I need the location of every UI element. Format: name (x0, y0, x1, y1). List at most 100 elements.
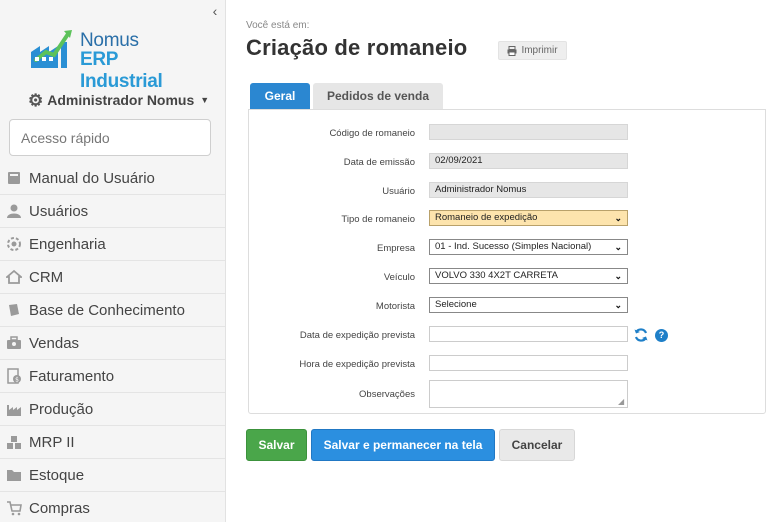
tab-geral[interactable]: Geral (250, 83, 310, 109)
book-icon (5, 169, 23, 187)
main-content: Você está em: Criação de romaneio Imprim… (246, 0, 766, 522)
sidebar-item-manual[interactable]: Manual do Usuário (0, 162, 225, 195)
sidebar-item-label: CRM (29, 268, 64, 286)
sidebar-item-crm[interactable]: CRM (0, 261, 225, 294)
usuario-field: Administrador Nomus (429, 182, 628, 198)
sidebar-item-estoque[interactable]: Estoque (0, 459, 225, 492)
sidebar-item-label: MRP II (29, 433, 75, 451)
sidebar-item-label: Base de Conhecimento (29, 301, 185, 319)
caret-down-icon: ▼ (200, 95, 210, 105)
save-button[interactable]: Salvar (246, 429, 307, 461)
sidebar-item-label: Manual do Usuário (29, 169, 155, 187)
gear-icon (5, 235, 23, 253)
sidebar: ‹ Nomus ERP Industrial ⚙ Administrador N… (0, 0, 226, 522)
row-hora-expedicao: Hora de expedição prevista (249, 355, 766, 375)
date-icons: ? (633, 327, 668, 343)
data-expedicao-field[interactable] (429, 326, 628, 342)
sidebar-menu: Manual do Usuário Usuários Engenharia CR… (0, 162, 225, 522)
brand-subtitle: ERP Industrial (80, 49, 163, 92)
usuario-label: Usuário (382, 186, 415, 197)
sidebar-item-label: Engenharia (29, 235, 106, 253)
row-tipo: Tipo de romaneio Romaneio de expedição ⌄ (249, 210, 766, 230)
save-and-stay-button[interactable]: Salvar e permanecer na tela (311, 429, 495, 461)
motorista-label: Motorista (375, 301, 415, 312)
tab-pedidos-venda[interactable]: Pedidos de venda (313, 83, 443, 109)
form-panel: Código de romaneio Data de emissão 02/09… (248, 109, 766, 414)
brand-logo[interactable]: Nomus ERP Industrial (28, 24, 203, 92)
sidebar-item-label: Vendas (29, 334, 80, 352)
chevron-down-icon: ⌄ (614, 213, 622, 223)
gear-icon: ⚙ (28, 90, 44, 110)
sidebar-item-label: Faturamento (29, 367, 115, 385)
invoice-icon: $ (5, 367, 23, 385)
sidebar-item-usuarios[interactable]: Usuários (0, 195, 225, 228)
sidebar-item-label: Produção (29, 400, 94, 418)
row-veiculo: Veículo VOLVO 330 4X2T CARRETA ⌄ (249, 268, 766, 288)
svg-text:$: $ (15, 377, 19, 384)
quick-access-input[interactable] (9, 119, 211, 156)
motorista-select[interactable]: Selecione ⌄ (429, 297, 628, 313)
collapse-sidebar-icon[interactable]: ‹ (206, 3, 224, 21)
row-data-expedicao: Data de expedição prevista ? (249, 326, 766, 346)
notebook-icon (5, 301, 23, 319)
sidebar-item-vendas[interactable]: Vendas (0, 327, 225, 360)
print-button[interactable]: Imprimir (498, 41, 567, 60)
printer-icon (507, 45, 517, 56)
codigo-field (429, 124, 628, 140)
user-menu[interactable]: ⚙ Administrador Nomus ▼ (28, 90, 209, 110)
hora-expedicao-field[interactable] (429, 355, 628, 371)
empresa-select[interactable]: 01 - Ind. Sucesso (Simples Nacional) ⌄ (429, 239, 628, 255)
sidebar-item-label: Estoque (29, 466, 85, 484)
data-emissao-label: Data de emissão (343, 157, 415, 168)
form-actions: Salvar Salvar e permanecer na tela Cance… (246, 429, 575, 461)
tab-bar: Geral Pedidos de venda (250, 83, 443, 109)
chevron-down-icon: ⌄ (614, 271, 622, 281)
sidebar-item-mrp[interactable]: MRP II (0, 426, 225, 459)
print-label: Imprimir (521, 45, 558, 56)
motorista-value: Selecione (435, 299, 477, 310)
observacoes-label: Observações (359, 389, 415, 400)
row-data-emissao: Data de emissão 02/09/2021 (249, 153, 766, 173)
sidebar-item-label: Compras (29, 499, 90, 517)
hora-expedicao-label: Hora de expedição prevista (299, 359, 415, 370)
sidebar-item-producao[interactable]: Produção (0, 393, 225, 426)
veiculo-select[interactable]: VOLVO 330 4X2T CARRETA ⌄ (429, 268, 628, 284)
empresa-value: 01 - Ind. Sucesso (Simples Nacional) (435, 241, 592, 252)
briefcase-icon (5, 334, 23, 352)
sidebar-item-engenharia[interactable]: Engenharia (0, 228, 225, 261)
resize-grip-icon[interactable]: ◢ (618, 398, 624, 406)
veiculo-value: VOLVO 330 4X2T CARRETA (435, 270, 559, 281)
tipo-romaneio-select[interactable]: Romaneio de expedição ⌄ (429, 210, 628, 226)
cart-icon (5, 499, 23, 517)
factory-icon (5, 400, 23, 418)
refresh-icon[interactable] (633, 327, 649, 343)
row-codigo: Código de romaneio (249, 124, 766, 144)
data-expedicao-label: Data de expedição prevista (299, 330, 415, 341)
page-title: Criação de romaneio (246, 35, 468, 60)
row-empresa: Empresa 01 - Ind. Sucesso (Simples Nacio… (249, 239, 766, 259)
home-icon (5, 268, 23, 286)
chevron-down-icon: ⌄ (614, 242, 622, 252)
help-icon[interactable]: ? (655, 328, 668, 342)
data-emissao-field: 02/09/2021 (429, 153, 628, 169)
sidebar-item-faturamento[interactable]: $ Faturamento (0, 360, 225, 393)
row-motorista: Motorista Selecione ⌄ (249, 297, 766, 317)
veiculo-label: Veículo (383, 272, 415, 283)
chevron-down-icon: ⌄ (614, 300, 622, 310)
logo-factory-icon (31, 30, 72, 68)
user-name: Administrador Nomus (47, 92, 195, 108)
codigo-label: Código de romaneio (329, 128, 415, 139)
sidebar-item-base-conhecimento[interactable]: Base de Conhecimento (0, 294, 225, 327)
row-usuario: Usuário Administrador Nomus (249, 182, 766, 202)
observacoes-textarea[interactable] (429, 380, 628, 408)
cancel-button[interactable]: Cancelar (499, 429, 575, 461)
tipo-value: Romaneio de expedição (435, 212, 538, 223)
tipo-label: Tipo de romaneio (341, 214, 415, 225)
folder-icon (5, 466, 23, 484)
sidebar-item-compras[interactable]: Compras (0, 492, 225, 522)
boxes-icon (5, 433, 23, 451)
sidebar-item-label: Usuários (29, 202, 89, 220)
row-observacoes: Observações ◢ (249, 380, 766, 408)
breadcrumb: Você está em: (246, 20, 310, 31)
empresa-label: Empresa (376, 243, 415, 254)
